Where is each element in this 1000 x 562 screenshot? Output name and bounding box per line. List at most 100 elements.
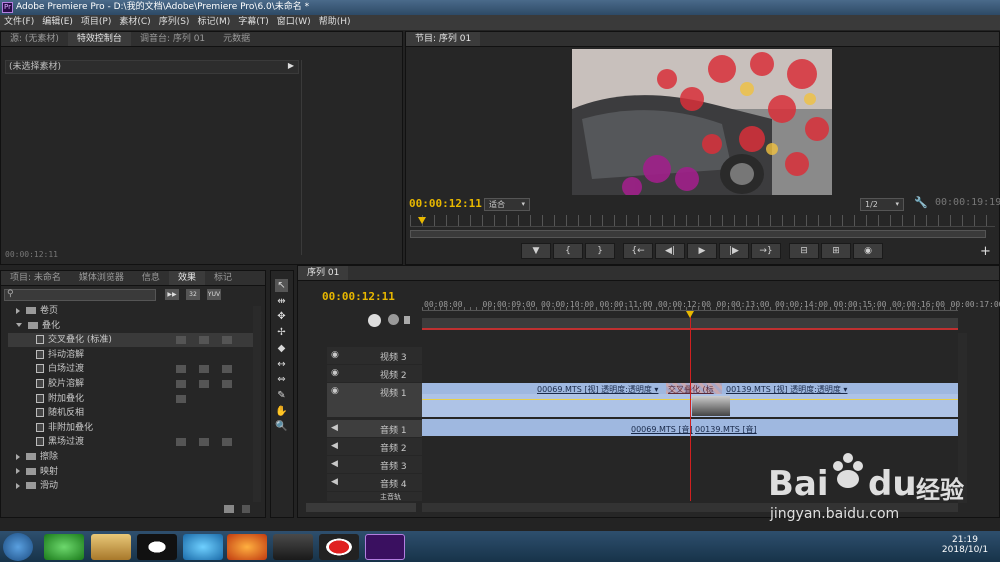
slip-tool-icon[interactable]: ↔ [275, 358, 288, 371]
video-app-icon[interactable] [273, 534, 313, 560]
effects-search-input[interactable]: ⚲ [4, 289, 156, 301]
menu-edit[interactable]: 编辑(E) [38, 15, 77, 30]
razor-tool-icon[interactable]: ◆ [275, 342, 288, 355]
tab-effects[interactable]: 效果 [168, 271, 205, 285]
effect-item[interactable]: 非附加叠化 [8, 421, 258, 435]
effect-item[interactable]: 附加叠化 [8, 392, 258, 406]
ripple-edit-tool-icon[interactable]: ✥ [275, 310, 288, 323]
menu-marker[interactable]: 标记(M) [193, 15, 234, 30]
menu-project[interactable]: 项目(P) [77, 15, 115, 30]
record-icon[interactable] [319, 534, 359, 560]
video-track-header[interactable] [327, 347, 422, 364]
set-marker-icon[interactable] [388, 314, 399, 325]
export-frame-button[interactable]: ◉ [853, 243, 883, 259]
tab-effect-controls[interactable]: 特效控制台 [67, 32, 131, 46]
start-button-icon[interactable] [3, 533, 33, 561]
track-select-tool-icon[interactable]: ⇹ [275, 295, 288, 308]
effect-folder[interactable]: 滑动 [8, 479, 258, 493]
menu-sequence[interactable]: 序列(S) [155, 15, 194, 30]
disclosure-collapsed-icon[interactable] [16, 453, 20, 460]
video-clip-2-label[interactable]: 00139.MTS [视] 透明度:透明度 ▾ [726, 384, 847, 395]
menu-file[interactable]: 文件(F) [0, 15, 38, 30]
tab-audio-mixer[interactable]: 调音台: 序列 01 [131, 32, 214, 46]
eye-icon[interactable]: ◉ [331, 386, 339, 396]
effect-item[interactable]: 黑场过渡 [8, 435, 258, 449]
snap-icon[interactable] [368, 314, 381, 327]
delete-icon[interactable] [242, 505, 250, 513]
slide-tool-icon[interactable]: ⇔ [275, 373, 288, 386]
lift-button[interactable]: ⊟ [789, 243, 819, 259]
effect-item[interactable]: 胶片溶解 [8, 377, 258, 391]
pen-tool-icon[interactable]: ✎ [275, 389, 288, 402]
program-playhead-icon[interactable] [418, 217, 426, 224]
go-to-out-button[interactable]: →} [751, 243, 781, 259]
yuv-effects-icon[interactable]: YUV [207, 289, 221, 300]
firefox-icon[interactable] [227, 534, 267, 560]
effects-scrollbar[interactable] [253, 306, 261, 502]
program-mini-ruler[interactable] [410, 215, 995, 227]
speaker-icon[interactable]: ◀ [331, 459, 338, 469]
menu-title[interactable]: 字幕(T) [234, 15, 273, 30]
audio-track-header[interactable] [327, 456, 422, 473]
audio-track-header[interactable] [327, 438, 422, 455]
effect-folder[interactable]: 映射 [8, 465, 258, 479]
disclosure-collapsed-icon[interactable] [16, 307, 20, 314]
expand-arrow-icon[interactable]: ▶ [288, 61, 294, 70]
accelerated-effects-icon[interactable]: ▶▶ [165, 289, 179, 300]
32bit-effects-icon[interactable]: 32 [186, 289, 200, 300]
wrench-icon[interactable]: 🔧 [914, 196, 928, 209]
new-bin-icon[interactable] [224, 505, 234, 513]
qq-icon[interactable] [137, 534, 177, 560]
audio-clip-1-label[interactable]: 00069.MTS [音] [631, 424, 693, 435]
menu-window[interactable]: 窗口(W) [273, 15, 315, 30]
browser-360-icon[interactable] [44, 534, 84, 560]
step-back-button[interactable]: ◀| [655, 243, 685, 259]
timeline-playhead-line[interactable] [690, 311, 691, 501]
tab-program[interactable]: 节目: 序列 01 [406, 32, 481, 46]
mark-out-button[interactable]: } [585, 243, 615, 259]
premiere-taskbar-icon[interactable] [365, 534, 405, 560]
hand-tool-icon[interactable]: ✋ [275, 405, 288, 418]
timeline-playhead-icon[interactable] [686, 311, 694, 318]
disclosure-collapsed-icon[interactable] [16, 482, 20, 489]
effect-item[interactable]: 交叉叠化 (标准) [8, 333, 258, 348]
resolution-dropdown[interactable]: 1/2 ▾ [860, 198, 904, 211]
audio-clip-2-label[interactable]: 00139.MTS [音] [695, 424, 757, 435]
program-zoom-scrollbar[interactable] [410, 230, 986, 238]
rolling-edit-tool-icon[interactable]: ✢ [275, 326, 288, 339]
go-to-in-button[interactable]: {← [623, 243, 653, 259]
tab-info[interactable]: 信息 [133, 271, 169, 285]
menu-help[interactable]: 帮助(H) [315, 15, 355, 30]
disclosure-expanded-icon[interactable] [16, 323, 22, 328]
video-track-header[interactable] [327, 365, 422, 382]
timeline-timecode[interactable]: 00:00:12:11 [322, 290, 395, 303]
effect-folder[interactable]: 擦除 [8, 450, 258, 464]
effect-folder[interactable]: 卷页 [8, 304, 258, 318]
speaker-icon[interactable]: ◀ [331, 441, 338, 451]
speaker-icon[interactable]: ◀ [331, 423, 338, 433]
audio-track-header[interactable] [327, 474, 422, 491]
disclosure-collapsed-icon[interactable] [16, 468, 20, 475]
play-button[interactable]: ▶ [687, 243, 717, 259]
effect-item[interactable]: 抖动溶解 [8, 348, 258, 362]
speaker-icon[interactable]: ◀ [331, 477, 338, 487]
mark-in-button[interactable]: { [553, 243, 583, 259]
media-player-icon[interactable] [183, 534, 223, 560]
selection-tool-icon[interactable]: ↖ [275, 279, 288, 292]
tab-source[interactable]: 源: (无素材) [1, 32, 68, 46]
menu-clip[interactable]: 素材(C) [115, 15, 154, 30]
extract-button[interactable]: ⊞ [821, 243, 851, 259]
effect-folder[interactable]: 叠化 [8, 319, 258, 333]
tab-markers[interactable]: 标记 [205, 271, 241, 285]
tab-metadata[interactable]: 元数据 [214, 32, 259, 46]
effect-item[interactable]: 白场过渡 [8, 362, 258, 376]
video-track-header[interactable] [327, 383, 422, 417]
file-explorer-icon[interactable] [91, 534, 131, 560]
video-clip-1-label[interactable]: 00069.MTS [视] 透明度:透明度 ▾ [537, 384, 658, 395]
add-marker-button[interactable]: ▼ [521, 243, 551, 259]
audio-track-header[interactable] [327, 492, 422, 501]
eye-icon[interactable]: ◉ [331, 350, 339, 360]
program-current-timecode[interactable]: 00:00:12:11 [409, 197, 482, 210]
marker-icon[interactable] [404, 316, 410, 324]
effect-item[interactable]: 随机反相 [8, 406, 258, 420]
